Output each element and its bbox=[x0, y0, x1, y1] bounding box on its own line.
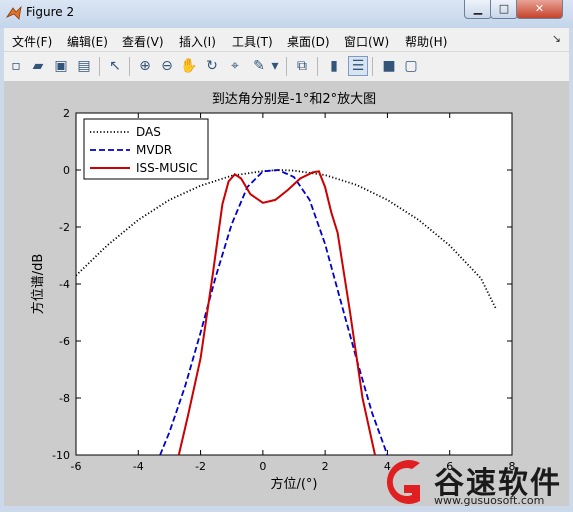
menu-help[interactable]: 帮助(H) bbox=[405, 33, 447, 50]
toolbar-separator bbox=[99, 57, 100, 76]
y-tick-label: -2 bbox=[59, 221, 70, 234]
x-tick-label: 2 bbox=[322, 460, 329, 473]
figure-window: Figure 2 ▁ □ ✕ 文件(F) 编辑(E) 查看(V) 插入(I) 工… bbox=[0, 0, 573, 512]
maximize-button[interactable]: □ bbox=[490, 0, 518, 19]
insert-colorbar-button[interactable]: ▮ bbox=[325, 57, 343, 75]
maximize-icon: □ bbox=[498, 2, 510, 15]
minimize-button[interactable]: ▁ bbox=[464, 0, 492, 19]
y-tick-label: -4 bbox=[59, 278, 70, 291]
menu-edit[interactable]: 编辑(E) bbox=[67, 33, 108, 50]
menu-bar: 文件(F) 编辑(E) 查看(V) 插入(I) 工具(T) 桌面(D) 窗口(W… bbox=[4, 28, 569, 51]
legend-label: DAS bbox=[136, 125, 161, 139]
menu-tools[interactable]: 工具(T) bbox=[232, 33, 273, 50]
open-file-button[interactable]: ▰ bbox=[29, 57, 47, 75]
legend[interactable]: DAS MVDR ISS-MUSIC bbox=[83, 118, 209, 180]
close-icon: ✕ bbox=[534, 2, 545, 15]
menu-insert[interactable]: 插入(I) bbox=[179, 33, 216, 50]
rotate-3d-button[interactable]: ↻ bbox=[203, 57, 221, 75]
show-plot-tools-button[interactable]: ▢ bbox=[402, 57, 420, 75]
y-tick-label: 2 bbox=[63, 107, 70, 120]
menu-view[interactable]: 查看(V) bbox=[122, 33, 164, 50]
zoom-out-button[interactable]: ⊖ bbox=[158, 57, 176, 75]
minimize-icon: ▁ bbox=[473, 2, 483, 15]
insert-legend-button[interactable]: ☰ bbox=[348, 56, 368, 76]
toolbar-separator bbox=[286, 57, 287, 76]
close-button[interactable]: ✕ bbox=[516, 0, 563, 19]
menu-file[interactable]: 文件(F) bbox=[12, 33, 52, 50]
brush-dropdown-button[interactable]: ▾ bbox=[270, 57, 280, 75]
watermark-url: www.gusuosoft.com bbox=[434, 494, 545, 507]
y-tick-label: -10 bbox=[52, 449, 70, 462]
chart-title: 到达角分别是-1°和2°放大图 bbox=[212, 92, 376, 107]
x-tick-label: -6 bbox=[71, 460, 82, 473]
y-axis-label: 方位谱/dB bbox=[30, 254, 46, 315]
x-tick-label: 0 bbox=[259, 460, 266, 473]
legend-label: MVDR bbox=[136, 143, 172, 157]
title-bar[interactable]: Figure 2 ▁ □ ✕ bbox=[0, 0, 573, 28]
toolbar-separator bbox=[129, 57, 130, 76]
y-tick-label: -8 bbox=[59, 392, 70, 405]
menu-window[interactable]: 窗口(W) bbox=[344, 33, 389, 50]
data-cursor-button[interactable]: ⌖ bbox=[226, 57, 244, 75]
x-tick-label: -4 bbox=[133, 460, 144, 473]
toolbar-separator bbox=[317, 57, 318, 76]
x-axis-label: 方位/(°) bbox=[270, 476, 317, 492]
new-figure-button[interactable]: ▫ bbox=[7, 57, 25, 75]
link-plot-button[interactable]: ⧉ bbox=[293, 57, 311, 75]
pan-button[interactable]: ✋ bbox=[180, 57, 198, 75]
figure-canvas: 到达角分别是-1°和2°放大图 -6 -4 -2 0 2 4 6 8 2 0 -2 -4 -6 -8 -10… bbox=[4, 81, 569, 506]
print-button[interactable]: ▤ bbox=[75, 57, 93, 75]
window-title: Figure 2 bbox=[26, 5, 75, 19]
legend-label: ISS-MUSIC bbox=[136, 161, 198, 175]
toolbar-separator bbox=[372, 57, 373, 76]
watermark-logo-icon bbox=[386, 460, 420, 504]
zoom-in-button[interactable]: ⊕ bbox=[136, 57, 154, 75]
hide-plot-tools-button[interactable]: ■ bbox=[380, 57, 398, 75]
plot-svg: 到达角分别是-1°和2°放大图 -6 -4 -2 0 2 4 6 820-2-4-6-8-10… bbox=[30, 92, 516, 492]
brush-button[interactable]: ✎ bbox=[250, 57, 268, 75]
save-button[interactable]: ▣ bbox=[52, 57, 70, 75]
menu-desktop[interactable]: 桌面(D) bbox=[287, 33, 330, 50]
x-tick-label: -2 bbox=[195, 460, 206, 473]
figure-toolbar: ▫ ▰ ▣ ▤ ↖ ⊕ ⊖ ✋ ↻ ⌖ ✎ ▾ ⧉ ▮ ☰ ■ ▢ bbox=[4, 51, 569, 82]
edit-plot-button[interactable]: ↖ bbox=[106, 57, 124, 75]
menu-dock-arrow-icon[interactable]: ↘ bbox=[552, 32, 561, 45]
matlab-logo-icon bbox=[6, 5, 22, 20]
y-tick-label: -6 bbox=[59, 335, 70, 348]
y-tick-label: 0 bbox=[63, 164, 70, 177]
